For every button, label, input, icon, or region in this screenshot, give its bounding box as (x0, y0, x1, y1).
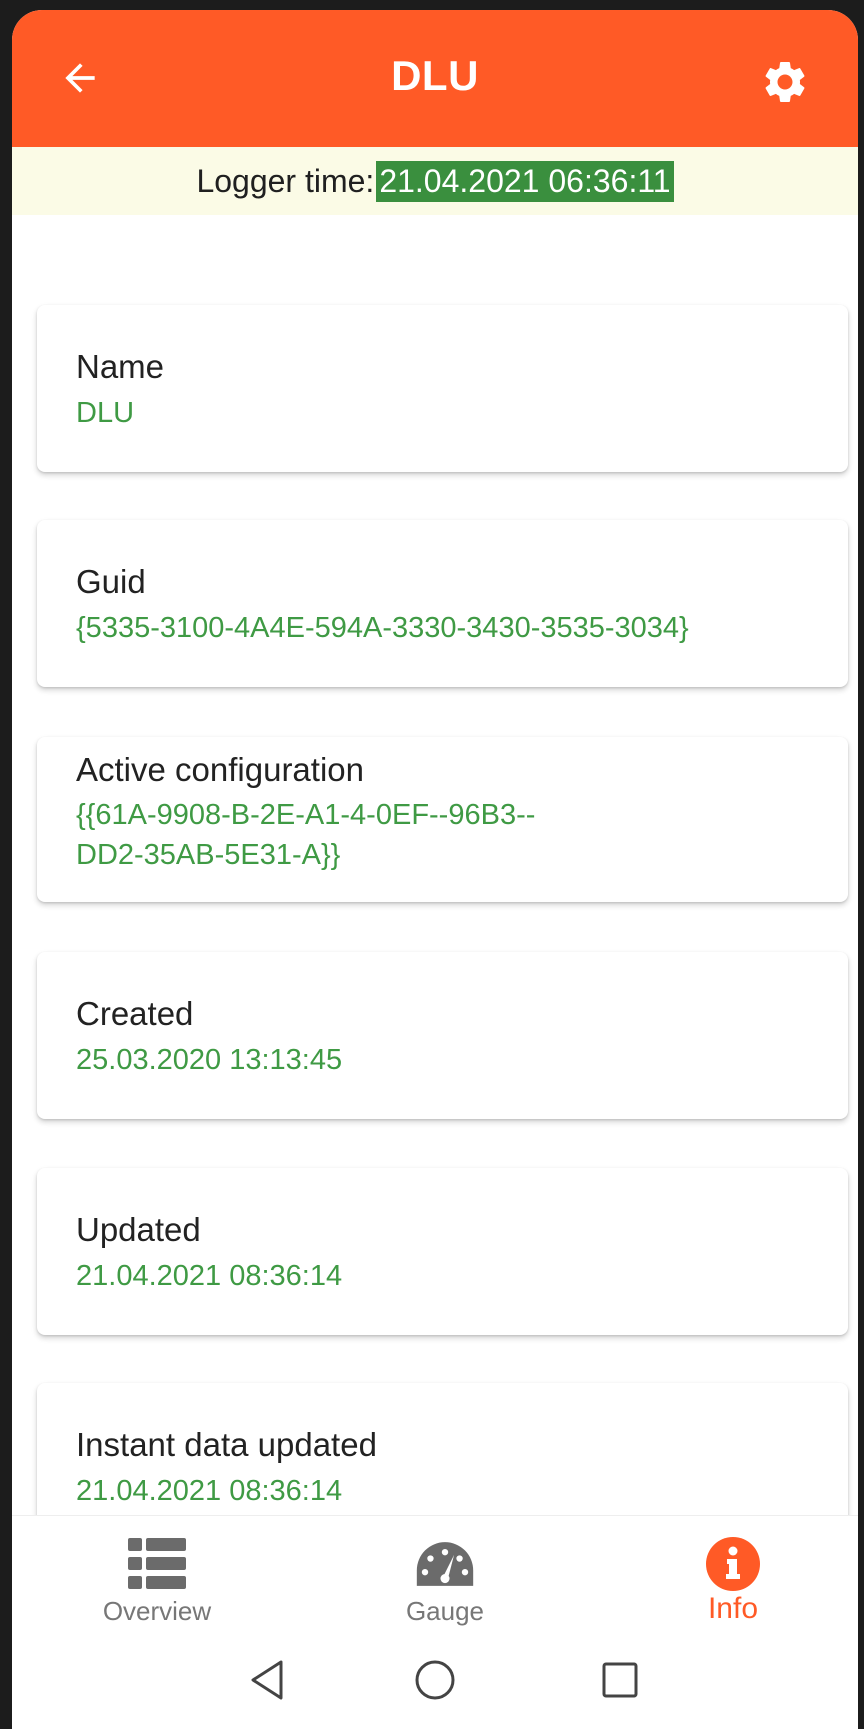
screen: DLU Logger time: 21.04.2021 06:36:11 Name… (12, 10, 858, 1729)
card-value: 21.04.2021 08:36:14 (76, 1475, 343, 1507)
info-card-instant-data-updated: Instant data updated 21.04.2021 08:36:14 (37, 1383, 848, 1525)
nav-item-overview[interactable]: Overview (57, 1516, 257, 1631)
card-label: Active configuration (76, 751, 364, 788)
card-label: Updated (76, 1211, 201, 1248)
info-list[interactable]: Name DLU Guid {5335-3100-4A4E-594A-3330-… (12, 215, 858, 1525)
info-card-active-configuration: Active configuration {{61A-9908-B-2E-A1-… (37, 737, 848, 902)
info-card-created: Created 25.03.2020 13:13:45 (37, 952, 848, 1119)
nav-label: Overview (102, 1596, 212, 1626)
list-icon (127, 1536, 187, 1592)
card-value: {5335-3100-4A4E-594A-3330-3430-3535-3034… (76, 612, 689, 644)
system-back-button[interactable] (237, 1650, 297, 1710)
info-card-updated: Updated 21.04.2021 08:36:14 (37, 1168, 848, 1335)
settings-button[interactable] (757, 54, 813, 110)
bottom-navigation: Overview Gauge Info (12, 1515, 858, 1631)
system-navigation-bar (12, 1630, 858, 1729)
info-card-name: Name DLU (37, 305, 848, 472)
card-label: Instant data updated (76, 1426, 377, 1463)
circle-home-icon (415, 1660, 455, 1700)
nav-label: Gauge (405, 1596, 485, 1626)
card-label: Guid (76, 563, 146, 600)
card-label: Name (76, 348, 165, 385)
system-recents-button[interactable] (590, 1650, 650, 1710)
logger-time-bar: Logger time: 21.04.2021 06:36:11 (12, 147, 858, 215)
info-card-guid: Guid {5335-3100-4A4E-594A-3330-3430-3535… (37, 520, 848, 687)
device-frame: DLU Logger time: 21.04.2021 06:36:11 Name… (0, 0, 864, 1729)
card-value: DLU (76, 397, 135, 429)
system-home-button[interactable] (405, 1650, 465, 1710)
gauge-icon (415, 1536, 475, 1592)
gear-icon (765, 61, 805, 102)
card-value: 25.03.2020 13:13:45 (76, 1044, 343, 1076)
logger-time-value: 21.04.2021 06:36:11 (376, 160, 674, 202)
info-icon (703, 1536, 763, 1592)
card-value: {{61A-9908-B-2E-A1-4-0EF--96B3--DD2-35AB… (76, 799, 536, 871)
app-bar: DLU (12, 10, 858, 147)
nav-item-info[interactable]: Info (633, 1516, 833, 1631)
card-label: Created (76, 995, 194, 1032)
logger-time-label: Logger time: (196, 162, 375, 199)
nav-item-gauge[interactable]: Gauge (345, 1516, 545, 1631)
page-title: DLU (391, 52, 479, 99)
card-value: 21.04.2021 08:36:14 (76, 1260, 343, 1292)
square-recents-icon (602, 1662, 638, 1698)
nav-label: Info (707, 1592, 759, 1625)
triangle-back-icon (251, 1660, 283, 1700)
